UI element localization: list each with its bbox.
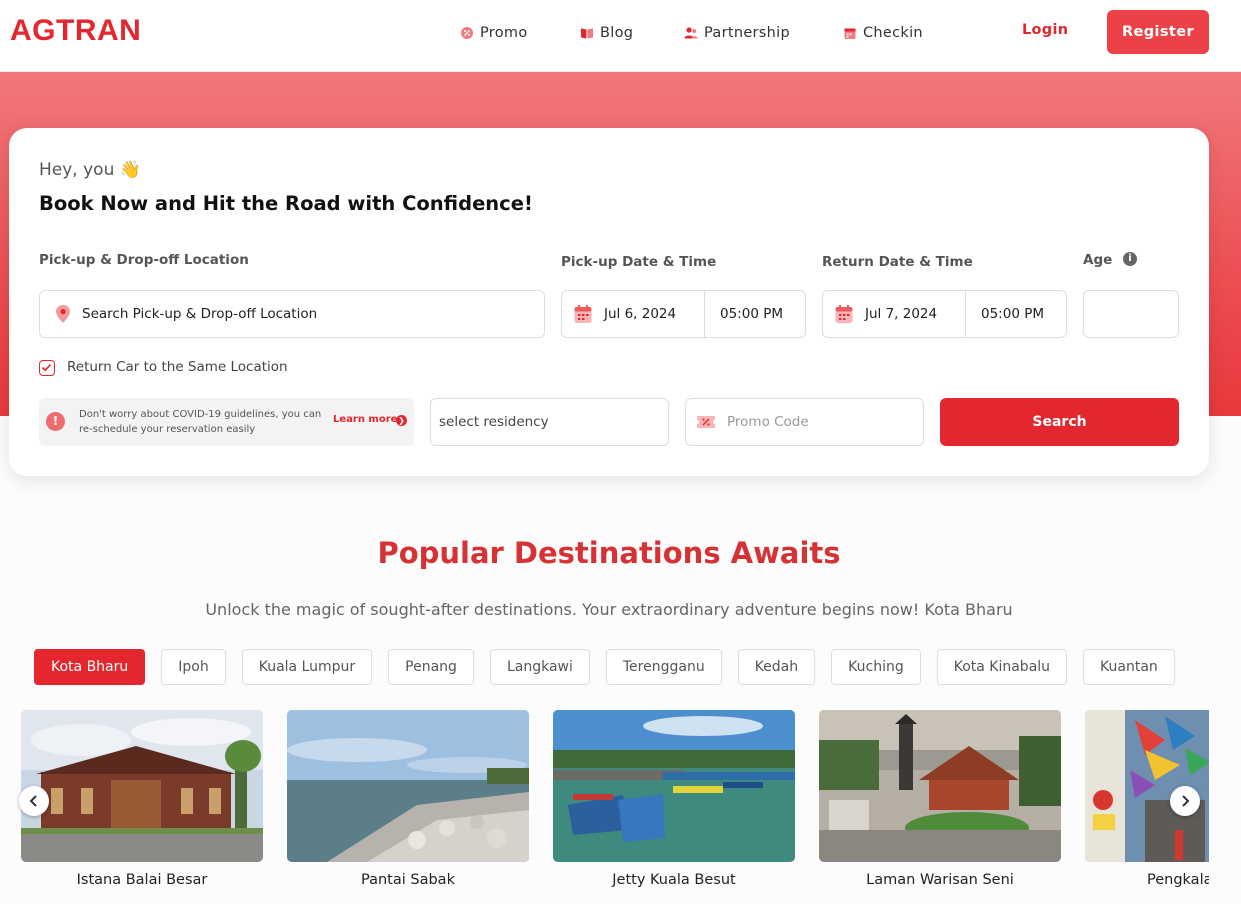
chevron-right-icon[interactable]: ❯ <box>396 415 407 426</box>
pickup-datetime-label: Pick-up Date & Time <box>561 254 717 270</box>
return-datetime-label: Return Date & Time <box>822 254 973 270</box>
book-icon <box>581 28 593 39</box>
destination-carousel: Istana Balai Besar Pantai Sabak Jetty Ku… <box>21 710 1209 904</box>
nav-partnership-label: Partnership <box>704 25 790 41</box>
destination-photo <box>553 710 795 862</box>
chevron-right-icon <box>1182 795 1190 807</box>
destination-card[interactable]: Pantai Sabak <box>287 710 529 888</box>
nav-checkin-label: Checkin <box>863 25 923 41</box>
promo-code-input[interactable]: Promo Code <box>685 398 924 446</box>
covid-message: Don't worry about COVID-19 guidelines, y… <box>79 409 322 435</box>
brand-logo[interactable]: AGTRAN <box>10 14 141 48</box>
city-tab[interactable]: Kuching <box>831 649 921 685</box>
chevron-left-icon <box>29 795 37 807</box>
destination-photo <box>1085 710 1209 862</box>
age-label: Age <box>1083 252 1113 268</box>
map-pin-icon <box>56 305 70 323</box>
learn-more-link[interactable]: Learn more <box>333 414 397 425</box>
destination-name: Laman Warisan Seni <box>866 872 1014 888</box>
destination-name: Jetty Kuala Besut <box>612 872 736 888</box>
return-datetime-field: Jul 7, 2024 05:00 PM <box>822 290 1067 338</box>
city-tab[interactable]: Penang <box>388 649 474 685</box>
nav-promo-label: Promo <box>480 25 528 41</box>
pickup-date-input[interactable]: Jul 6, 2024 <box>562 291 704 337</box>
nav-promo[interactable]: Promo <box>460 22 528 44</box>
same-location-label: Return Car to the Same Location <box>67 359 288 375</box>
pickup-time-input[interactable]: 05:00 PM <box>705 306 805 322</box>
destinations-subtitle: Unlock the magic of sought-after destina… <box>205 600 1013 619</box>
destination-card[interactable]: Jetty Kuala Besut <box>553 710 795 888</box>
location-placeholder: Search Pick-up & Drop-off Location <box>82 306 318 322</box>
city-tab[interactable]: Kuala Lumpur <box>241 649 373 685</box>
destination-name: Pantai Sabak <box>361 872 455 888</box>
destination-name: Pengkalan Kubor <box>1147 872 1209 888</box>
city-tab[interactable]: Terengganu <box>605 649 722 685</box>
info-icon[interactable]: i <box>1123 252 1137 266</box>
destination-photo <box>819 710 1061 862</box>
carousel-prev-button[interactable] <box>19 786 49 816</box>
nav-blog[interactable]: Blog <box>580 22 633 44</box>
city-tab[interactable]: Kota Bharu <box>34 649 146 685</box>
city-tab[interactable]: Ipoh <box>161 649 226 685</box>
city-tab[interactable]: Langkawi <box>489 649 590 685</box>
location-search-input[interactable]: Search Pick-up & Drop-off Location <box>39 290 545 338</box>
nav-partnership[interactable]: Partnership <box>684 22 790 44</box>
destination-card[interactable]: Istana Balai Besar <box>21 710 263 888</box>
destinations-title: Popular Destinations Awaits <box>377 536 841 570</box>
alert-icon: ! <box>46 412 65 431</box>
users-icon <box>684 27 698 39</box>
greeting-text: Hey, you 👋 <box>39 160 141 180</box>
covid-notice: ! Don't worry about COVID-19 guidelines,… <box>39 398 414 446</box>
search-button[interactable]: Search <box>940 398 1179 446</box>
destination-name: Istana Balai Besar <box>76 872 208 888</box>
city-tab[interactable]: Kuantan <box>1083 649 1175 685</box>
residency-select[interactable]: select residency <box>430 398 669 446</box>
carousel-next-button[interactable] <box>1170 786 1200 816</box>
return-time-input[interactable]: 05:00 PM <box>966 306 1066 322</box>
destination-photo <box>287 710 529 862</box>
check-icon <box>41 364 52 372</box>
return-date-value: Jul 7, 2024 <box>865 306 938 322</box>
destination-card[interactable]: Laman Warisan Seni <box>819 710 1061 888</box>
city-filter-tabs: Kota Bharu Ipoh Kuala Lumpur Penang Lang… <box>34 649 1175 685</box>
destination-photo <box>21 710 263 862</box>
return-date-input[interactable]: Jul 7, 2024 <box>823 291 965 337</box>
ticket-icon <box>697 416 715 428</box>
booking-headline: Book Now and Hit the Road with Confidenc… <box>39 192 533 215</box>
pickup-date-value: Jul 6, 2024 <box>604 306 677 322</box>
booking-form-card: Hey, you 👋 Book Now and Hit the Road wit… <box>9 128 1209 476</box>
nav-blog-label: Blog <box>600 25 634 41</box>
promo-code-placeholder: Promo Code <box>727 414 809 430</box>
age-input[interactable] <box>1083 290 1179 338</box>
city-tab[interactable]: Kota Kinabalu <box>936 649 1068 685</box>
calendar-icon <box>844 28 856 39</box>
top-navbar: AGTRAN Promo Blog Partnership Checkin Lo… <box>0 0 1241 72</box>
city-tab[interactable]: Kedah <box>737 649 816 685</box>
same-location-checkbox[interactable] <box>39 360 55 376</box>
nav-checkin[interactable]: Checkin <box>843 22 923 44</box>
calendar-icon <box>835 305 853 323</box>
location-label: Pick-up & Drop-off Location <box>39 252 249 268</box>
login-link[interactable]: Login <box>1022 22 1068 38</box>
percent-badge-icon <box>461 27 473 39</box>
register-button[interactable]: Register <box>1107 10 1209 54</box>
pickup-datetime-field: Jul 6, 2024 05:00 PM <box>561 290 806 338</box>
calendar-icon <box>574 305 592 323</box>
